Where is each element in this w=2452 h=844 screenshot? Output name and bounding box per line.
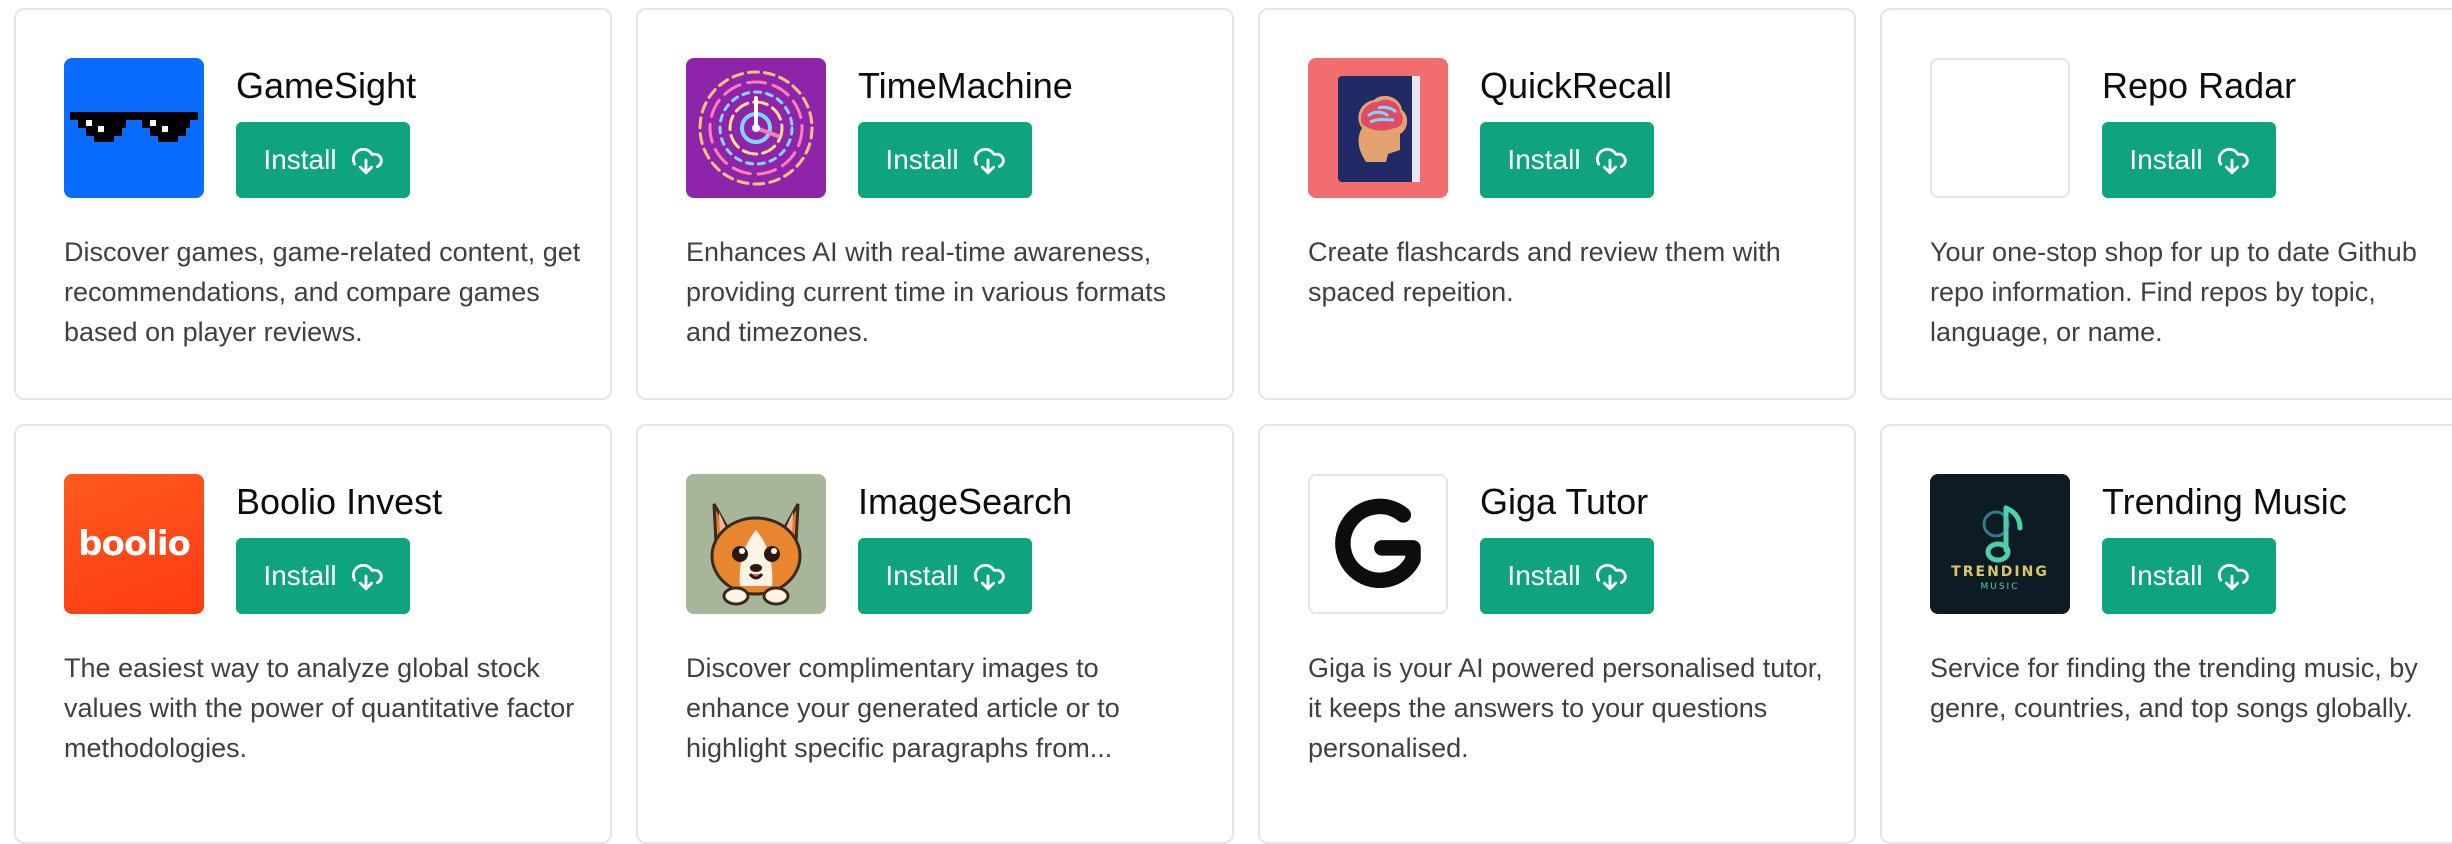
install-label: Install xyxy=(1507,144,1581,175)
trending-logo-text: TRENDING xyxy=(1951,564,2049,580)
plugin-card-giga-tutor[interactable]: Giga Tutor Install Giga is your AI power… xyxy=(1258,424,1856,844)
plugin-description: Discover games, game-related content, ge… xyxy=(64,237,581,347)
plugin-card-repo-radar[interactable]: Repo Radar Install Your one-stop shop fo… xyxy=(1880,8,2452,400)
brain-book-icon xyxy=(1308,58,1448,198)
g-letter-icon xyxy=(1308,474,1448,614)
install-button[interactable]: Install xyxy=(2102,122,2276,198)
install-button[interactable]: Install xyxy=(2102,538,2276,614)
cloud-download-icon xyxy=(351,147,383,175)
music-logo-subtext: MUSIC xyxy=(1980,582,2020,592)
install-button[interactable]: Install xyxy=(858,122,1032,198)
install-button[interactable]: Install xyxy=(858,538,1032,614)
cloud-download-icon xyxy=(351,563,383,591)
install-label: Install xyxy=(2129,560,2203,591)
plugin-description: Create flashcards and review them with s… xyxy=(1308,237,1781,307)
install-label: Install xyxy=(885,144,959,175)
plugin-name: Repo Radar xyxy=(2102,65,2297,106)
cloud-download-icon xyxy=(1595,147,1627,175)
plugin-description: Service for finding the trending music, … xyxy=(1930,653,2418,723)
cloud-download-icon xyxy=(973,147,1005,175)
plugin-name: ImageSearch xyxy=(858,481,1073,522)
cloud-download-icon xyxy=(2217,563,2249,591)
plugin-card-gamesight[interactable]: GameSight Install Discover games, game-r… xyxy=(14,8,612,400)
cloud-download-icon xyxy=(1595,563,1627,591)
plugin-store-grid: GameSight Install Discover games, game-r… xyxy=(0,0,2452,844)
install-button[interactable]: Install xyxy=(1480,122,1654,198)
blank-logo-icon xyxy=(1930,58,2070,198)
cloud-download-icon xyxy=(973,563,1005,591)
boolio-wordmark: boolio xyxy=(78,524,191,564)
plugin-card-quickrecall[interactable]: QuickRecall Install Create flashcards an… xyxy=(1258,8,1856,400)
plugin-card-timemachine[interactable]: TimeMachine Install Enhances AI with rea… xyxy=(636,8,1234,400)
install-button[interactable]: Install xyxy=(236,122,410,198)
plugin-card-trending-music[interactable]: TRENDING MUSIC Trending Music Install Se… xyxy=(1880,424,2452,844)
install-label: Install xyxy=(263,560,337,591)
install-label: Install xyxy=(1507,560,1581,591)
plugin-card-imagesearch[interactable]: ImageSearch Install Discover complimenta… xyxy=(636,424,1234,844)
corgi-icon xyxy=(686,474,826,614)
install-label: Install xyxy=(885,560,959,591)
install-button[interactable]: Install xyxy=(1480,538,1654,614)
plugin-description: Discover complimentary images to enhance… xyxy=(686,653,1120,763)
plugin-description: The easiest way to analyze global stock … xyxy=(64,653,575,763)
plugin-description: Enhances AI with real-time awareness, pr… xyxy=(686,237,1167,347)
plugin-name: Trending Music xyxy=(2102,481,2347,522)
boolio-logo-icon: boolio xyxy=(64,474,204,614)
install-label: Install xyxy=(263,144,337,175)
music-note-icon: TRENDING MUSIC xyxy=(1930,474,2070,614)
plugin-card-boolio-invest[interactable]: boolio Boolio Invest Install The easiest… xyxy=(14,424,612,844)
circular-clock-pattern-icon xyxy=(686,58,826,198)
cloud-download-icon xyxy=(2217,147,2249,175)
plugin-description: Giga is your AI powered personalised tut… xyxy=(1308,653,1823,763)
plugin-name: Boolio Invest xyxy=(236,481,443,522)
plugin-description: Your one-stop shop for up to date Github… xyxy=(1930,237,2417,347)
plugin-name: GameSight xyxy=(236,65,417,106)
plugin-name: QuickRecall xyxy=(1480,65,1673,106)
plugin-name: Giga Tutor xyxy=(1480,481,1649,522)
plugin-name: TimeMachine xyxy=(858,65,1073,106)
install-button[interactable]: Install xyxy=(236,538,410,614)
pixel-sunglasses-icon xyxy=(64,58,204,198)
install-label: Install xyxy=(2129,144,2203,175)
